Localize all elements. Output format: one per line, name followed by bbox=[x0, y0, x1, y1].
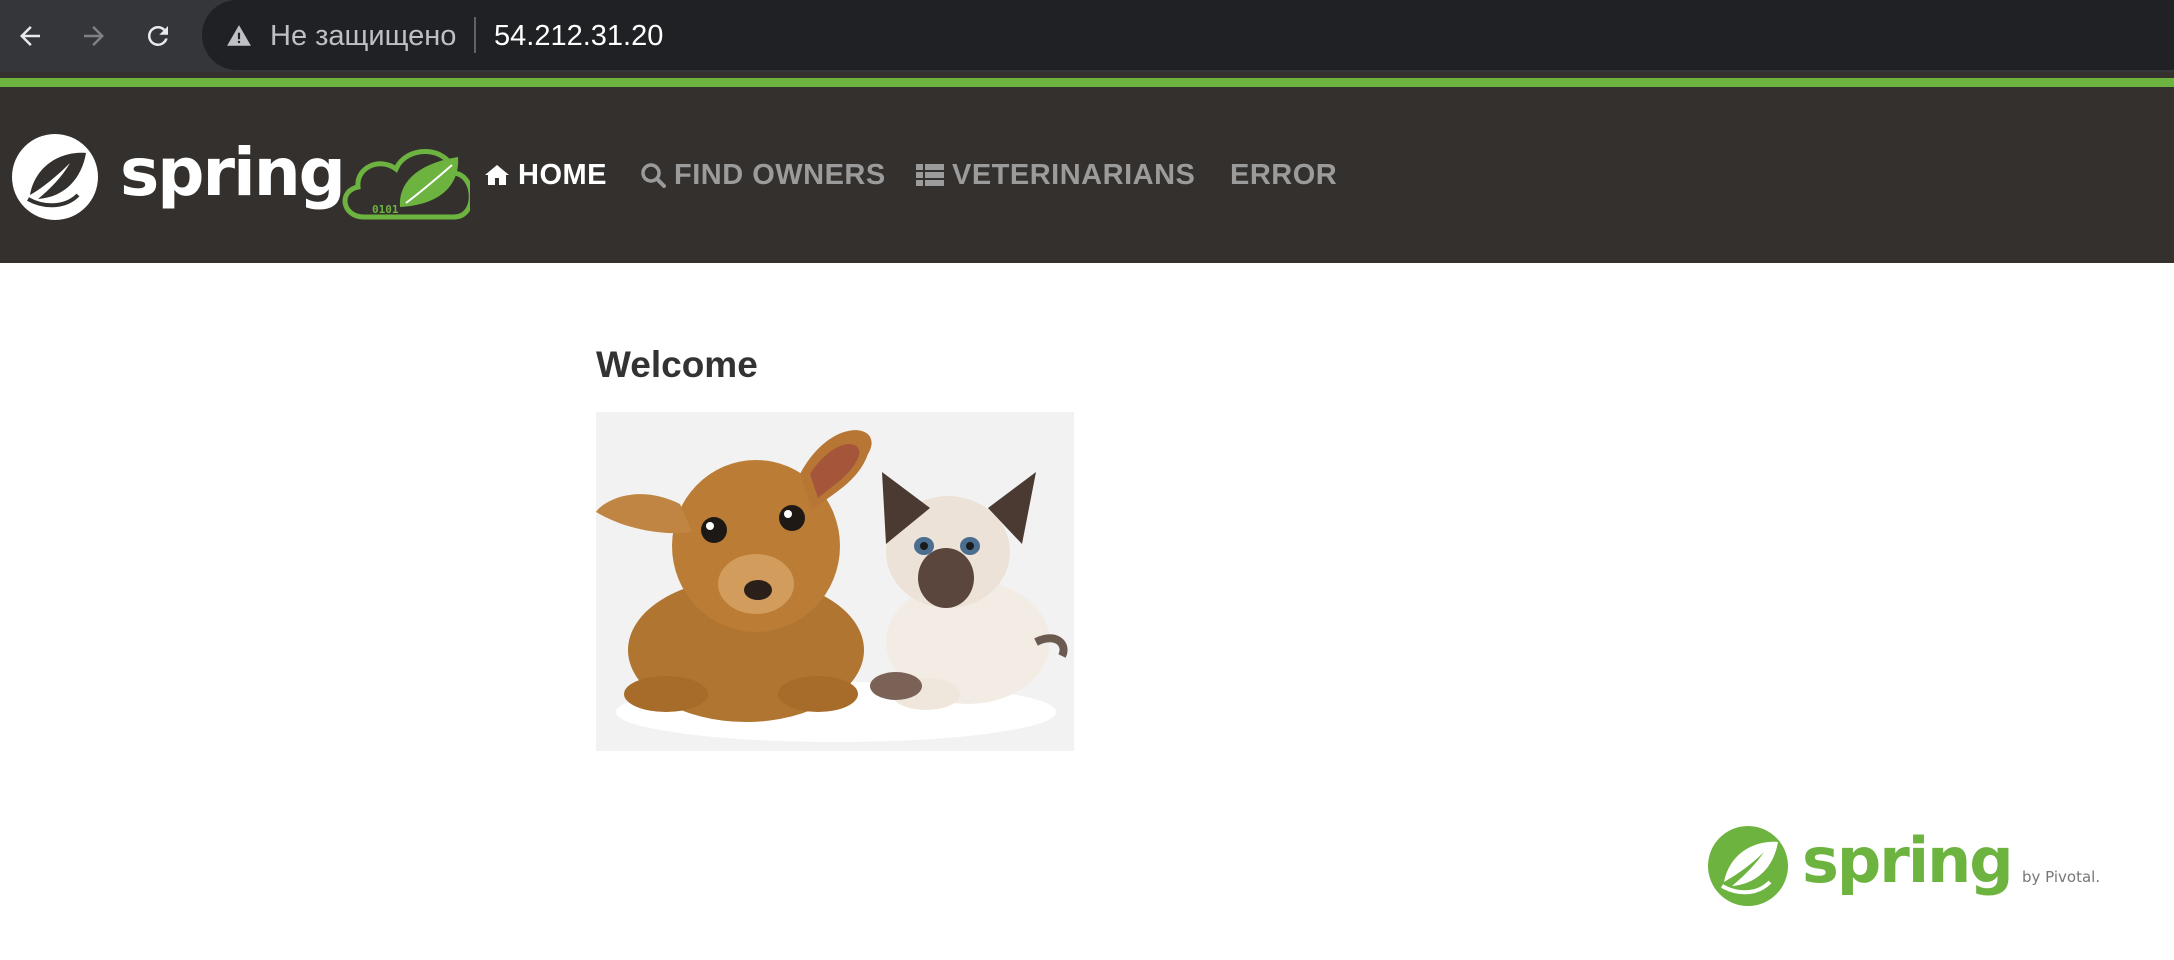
reload-button[interactable] bbox=[136, 14, 180, 58]
page-title: Welcome bbox=[596, 344, 758, 385]
nav-label-find-owners: FIND OWNERS bbox=[674, 158, 886, 191]
back-button[interactable] bbox=[8, 14, 52, 58]
accent-bar bbox=[0, 78, 2174, 87]
omnibox-divider bbox=[474, 17, 476, 53]
url-text[interactable]: 54.212.31.20 bbox=[494, 18, 663, 54]
arrow-left-icon bbox=[20, 26, 40, 46]
home-icon bbox=[484, 163, 510, 187]
svg-text:0101: 0101 bbox=[372, 203, 399, 216]
arrow-right-icon bbox=[84, 26, 104, 46]
forward-button[interactable] bbox=[72, 14, 116, 58]
nav-item-home[interactable]: HOME bbox=[484, 153, 607, 197]
spring-by-pivotal-logo[interactable]: spring by Pivotal. bbox=[1706, 820, 2106, 910]
nav-item-error[interactable]: ERROR bbox=[1230, 153, 1337, 197]
security-label[interactable]: Не защищено bbox=[270, 18, 456, 54]
footer-logo-byline: by Pivotal. bbox=[2022, 868, 2100, 886]
spring-petclinic-logo[interactable]: spring 0101 bbox=[8, 133, 470, 221]
footer-logo-text: spring bbox=[1802, 824, 2012, 897]
navbar: spring 0101 HOME FIND OWNERS VETERINARIA… bbox=[0, 87, 2174, 263]
nav-label-error: ERROR bbox=[1230, 158, 1338, 191]
nav-item-find-owners[interactable]: FIND OWNERS bbox=[640, 153, 886, 197]
warning-triangle-icon bbox=[227, 25, 251, 46]
search-icon bbox=[640, 162, 666, 188]
browser-toolbar: Не защищено 54.212.31.20 bbox=[0, 0, 2174, 72]
address-bar[interactable]: Не защищено 54.212.31.20 bbox=[202, 0, 2174, 70]
list-icon bbox=[916, 163, 944, 187]
nav-item-veterinarians[interactable]: VETERINARIANS bbox=[916, 153, 1195, 197]
nav-label-home: HOME bbox=[518, 158, 607, 191]
pets-image bbox=[596, 412, 1074, 751]
svg-text:spring: spring bbox=[120, 134, 344, 211]
nav-label-veterinarians: VETERINARIANS bbox=[952, 158, 1196, 191]
reload-icon bbox=[147, 25, 168, 46]
